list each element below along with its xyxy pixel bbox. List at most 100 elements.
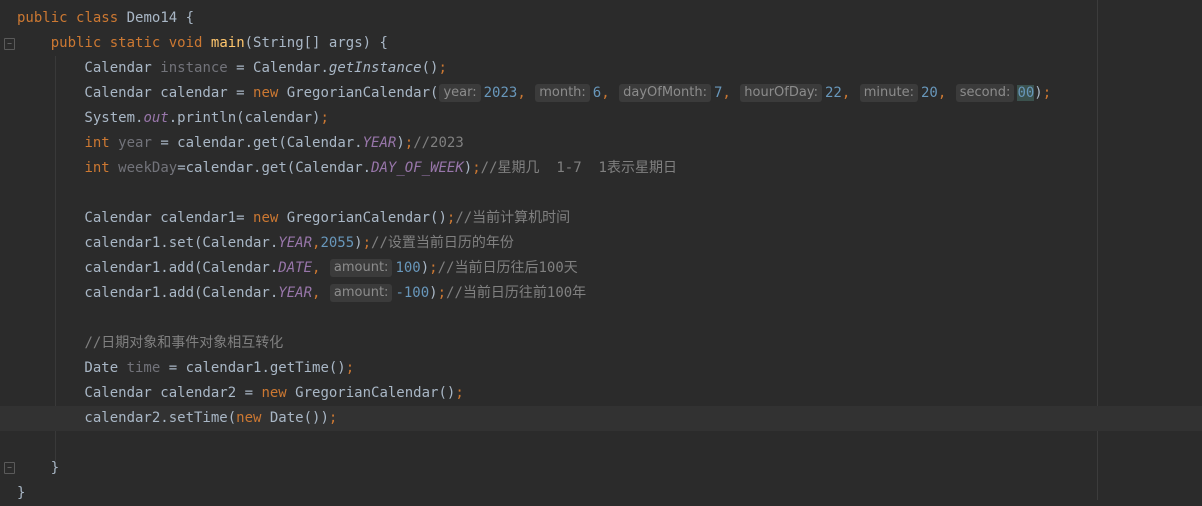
code-token: , (937, 85, 947, 101)
code-line[interactable]: Calendar calendar1= new GregorianCalenda… (0, 206, 1202, 231)
code-token: System. (17, 110, 144, 126)
code-token: 2023 (483, 85, 518, 101)
code-line[interactable]: Date time = calendar1.getTime(); (0, 356, 1202, 381)
code-line-text[interactable]: Calendar calendar1= new GregorianCalenda… (17, 206, 570, 231)
code-line-text[interactable]: Calendar calendar2 = new GregorianCalend… (17, 381, 464, 406)
code-line-text[interactable]: int weekDay=calendar.get(Calendar.DAY_OF… (17, 156, 677, 181)
code-token: //设置当前日历的年份 (371, 235, 514, 251)
code-token: Calendar calendar2 = (17, 385, 262, 401)
code-line[interactable]: } (0, 456, 1202, 481)
code-editor[interactable]: − − public class Demo14 { public static … (0, 0, 1202, 501)
code-token: public (50, 35, 102, 51)
code-token: (String[] args) { (244, 35, 388, 51)
parameter-hint: year: (439, 84, 481, 102)
code-line[interactable]: int weekDay=calendar.get(Calendar.DAY_OF… (0, 156, 1202, 181)
code-token: new (236, 410, 262, 426)
code-token: ; (429, 260, 438, 276)
code-line-text[interactable]: public class Demo14 { (17, 6, 194, 31)
code-token: ; (328, 410, 338, 426)
code-line-text[interactable]: public static void main(String[] args) { (17, 31, 388, 56)
code-line[interactable]: int year = calendar.get(Calendar.YEAR);/… (0, 131, 1202, 156)
code-token: public (17, 10, 68, 26)
code-token: ; (345, 360, 355, 376)
code-token: ) (1034, 85, 1043, 101)
code-line-text[interactable]: calendar1.add(Calendar.DATE, amount: 100)… (17, 256, 578, 281)
code-token: 00 (1017, 85, 1035, 101)
code-token: calendar1.add(Calendar. (17, 260, 279, 276)
code-line-text[interactable]: calendar2.setTime(new Date()); (17, 406, 337, 431)
code-token: ; (320, 110, 329, 126)
code-line[interactable]: calendar1.add(Calendar.DATE, amount: 100)… (0, 256, 1202, 281)
code-line-text[interactable]: } (17, 456, 59, 481)
code-line[interactable]: } (0, 481, 1202, 506)
code-line[interactable]: System.out.println(calendar); (0, 106, 1202, 131)
code-token: ; (362, 235, 372, 251)
code-token: ) (463, 160, 473, 176)
code-line[interactable]: calendar1.add(Calendar.YEAR, amount: -100… (0, 281, 1202, 306)
code-token: = calendar1.getTime() (160, 360, 346, 376)
code-token: Calendar (17, 60, 161, 76)
code-line-text[interactable]: System.out.println(calendar); (17, 106, 329, 131)
code-token: ; (437, 285, 447, 301)
code-line[interactable]: Calendar calendar2 = new GregorianCalend… (0, 381, 1202, 406)
code-token: Calendar calendar1= (17, 210, 254, 226)
code-token: -100 (395, 285, 430, 301)
code-token: //星期几 1-7 1表示星期日 (480, 160, 677, 176)
code-token: getInstance (328, 60, 422, 76)
code-token: ; (455, 385, 464, 401)
code-line-text[interactable]: //日期对象和事件对象相互转化 (17, 331, 283, 356)
code-token: main (210, 35, 245, 51)
code-token: //当前计算机时间 (455, 210, 571, 226)
code-token: GregorianCalendar() (286, 385, 456, 401)
code-line-text[interactable]: } (17, 481, 25, 506)
code-line[interactable]: calendar2.setTime(new Date()); (0, 406, 1202, 431)
code-token: ; (1042, 85, 1052, 101)
code-token: //2023 (413, 135, 464, 151)
code-token: new (261, 385, 287, 401)
code-token: =calendar.get(Calendar. (177, 160, 372, 176)
code-token: Date()) (261, 410, 329, 426)
code-token: , (517, 85, 526, 101)
code-token: class (76, 10, 119, 26)
code-line-text[interactable]: calendar1.set(Calendar.YEAR,2055);//设置当前… (17, 231, 514, 256)
code-line[interactable]: public class Demo14 { (0, 6, 1202, 31)
code-token: instance (160, 60, 228, 76)
parameter-hint: amount: (329, 259, 393, 277)
code-token: calendar1.set(Calendar. (17, 235, 279, 251)
code-token: , (601, 85, 610, 101)
code-token: = calendar.get(Calendar. (151, 135, 363, 151)
code-token: 20 (920, 85, 938, 101)
parameter-hint: minute: (859, 84, 918, 102)
code-line[interactable] (0, 306, 1202, 331)
code-line[interactable]: Calendar instance = Calendar.getInstance… (0, 56, 1202, 81)
code-token: 100 (395, 260, 421, 276)
code-line[interactable] (0, 431, 1202, 456)
code-line[interactable]: //日期对象和事件对象相互转化 (0, 331, 1202, 356)
code-token: ) (396, 135, 405, 151)
code-line[interactable]: Calendar calendar = new GregorianCalenda… (0, 81, 1202, 106)
code-token: } (17, 460, 60, 476)
code-line-text[interactable]: calendar1.add(Calendar.YEAR, amount: -100… (17, 281, 586, 306)
code-token: static (109, 35, 161, 51)
code-token: weekDay (118, 160, 178, 176)
code-line-text[interactable]: Calendar instance = Calendar.getInstance… (17, 56, 446, 81)
code-token: ) (420, 260, 430, 276)
code-line-text[interactable]: Date time = calendar1.getTime(); (17, 356, 354, 381)
code-line-text[interactable]: int year = calendar.get(Calendar.YEAR);/… (17, 131, 464, 156)
code-line[interactable] (0, 181, 1202, 206)
code-line[interactable]: calendar1.set(Calendar.YEAR,2055);//设置当前… (0, 231, 1202, 256)
code-line[interactable]: public static void main(String[] args) { (0, 31, 1202, 56)
code-line-text[interactable]: Calendar calendar = new GregorianCalenda… (17, 81, 1051, 106)
